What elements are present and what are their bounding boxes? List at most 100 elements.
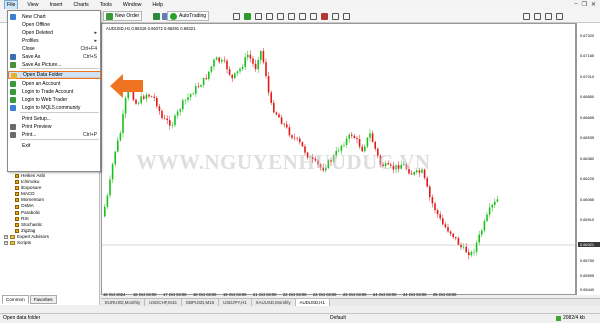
menu-separator [20, 112, 99, 113]
price-label: 0.66850 [580, 94, 595, 99]
menu-item-save-as[interactable]: Save As Ctrl+S [8, 53, 101, 61]
tab-common[interactable]: Common [2, 295, 29, 304]
candle-body [377, 148, 379, 156]
candle-body [163, 118, 166, 119]
menu-item-login-to-trade-account[interactable]: Login to Trade Account [8, 88, 101, 96]
price-scale: 0.67320 0.67165 0.67010 0.66850 0.66695 … [576, 23, 600, 295]
menu-item-print-setup[interactable]: Print Setup... [8, 115, 101, 123]
candle-body [488, 207, 491, 215]
candle-body [418, 170, 421, 173]
zoom-in-icon[interactable] [266, 12, 273, 20]
candle-body [296, 137, 298, 139]
candle-body [286, 124, 288, 128]
candle-body [226, 60, 228, 70]
close-icon[interactable]: ✕ [591, 1, 596, 8]
candle-body [358, 139, 361, 147]
candle-body [291, 135, 293, 138]
periods-icon[interactable] [332, 12, 339, 20]
candle-body [275, 112, 278, 115]
candle-body [197, 86, 200, 87]
menu-item-profiles[interactable]: Profiles ▸ [8, 37, 101, 45]
candle-body [481, 230, 483, 235]
menu-item-close[interactable]: Close Ctrl+F4 [8, 45, 101, 53]
candle-body [117, 140, 119, 152]
new-order-button[interactable]: New Order [103, 11, 143, 21]
candle-body [104, 206, 106, 217]
candle-body [124, 97, 127, 114]
candle-body [351, 134, 353, 136]
line-chart-icon[interactable] [255, 12, 262, 20]
indicator-icon [15, 180, 19, 185]
menu-item-label: Print Preview [22, 124, 52, 130]
candle-body [260, 51, 262, 60]
menu-item-print[interactable]: Print... Ctrl+P [8, 131, 101, 139]
zoom-out-icon[interactable] [277, 12, 284, 20]
candle-body [314, 158, 317, 161]
menu-window[interactable]: Window [121, 1, 143, 9]
candle-body [153, 96, 155, 98]
chart-tab[interactable]: EURUSD,Monthly [101, 299, 146, 306]
chart-tabs: EURUSD,Monthly USDCHF,M15 GBPUSD,M15 USD… [101, 298, 600, 306]
menu-help[interactable]: Help [150, 1, 165, 9]
menu-item-login-to-web-trader[interactable]: Login to Web Trader [8, 96, 101, 104]
menu-item-open-deleted[interactable]: Open Deleted ▸ [8, 29, 101, 37]
candle-body [496, 199, 499, 202]
text-icon[interactable] [545, 12, 552, 20]
candle-body [150, 96, 153, 98]
restore-icon[interactable]: ❐ [582, 1, 587, 8]
candle-body [452, 233, 454, 238]
menu-item-print-preview[interactable]: Print Preview [8, 123, 101, 131]
candle-body [312, 157, 314, 159]
expand-icon[interactable]: + [4, 234, 8, 239]
menu-bar: File View Insert Charts Tools Window Hel… [0, 0, 600, 10]
candle-body [223, 59, 226, 61]
tab-favorites[interactable]: Favorites [29, 295, 57, 304]
menu-charts[interactable]: Charts [72, 1, 91, 9]
menu-item-open-an-account[interactable]: Open an Account [8, 80, 101, 88]
menu-item-login-to-mql5-community[interactable]: Login to MQL5.community [8, 104, 101, 112]
candle-body [304, 146, 306, 153]
candle-body [382, 164, 384, 167]
chart-tab[interactable]: USDCHF,M15 [145, 299, 182, 306]
chart-tab[interactable]: USDJPY,H1 [219, 299, 252, 306]
price-label: 0.67165 [580, 53, 595, 58]
autotrading-label: AutoTrading [179, 13, 207, 19]
candle-body [455, 237, 457, 239]
metaeditor-icon[interactable] [153, 12, 160, 20]
tree-item-scripts[interactable]: + Scripts [4, 240, 49, 246]
trendline-icon[interactable] [534, 12, 541, 20]
minimize-icon[interactable]: – [574, 1, 577, 8]
autoscroll-icon[interactable] [299, 12, 306, 20]
candle-body [332, 155, 335, 162]
candle-body [143, 96, 145, 99]
menu-item-new-chart[interactable]: New Chart [8, 13, 101, 21]
expand-icon[interactable]: + [4, 241, 8, 246]
tile-windows-icon[interactable] [288, 12, 295, 20]
chart-shift-icon[interactable] [310, 12, 317, 20]
candle-body [353, 135, 356, 138]
search-icon[interactable] [556, 12, 563, 20]
candle-body [202, 78, 205, 86]
autotrading-button[interactable]: AutoTrading [167, 11, 210, 21]
indicators-icon[interactable] [321, 12, 328, 20]
chart-window[interactable]: AUDUSD,H1 0.66316 0.66372 0.66291 0.6632… [101, 23, 576, 295]
window-controls: – ❐ ✕ [574, 1, 596, 8]
menu-tools[interactable]: Tools [98, 1, 114, 9]
menu-item-open-data-folder[interactable]: Open Data Folder [8, 71, 101, 79]
menu-insert[interactable]: Insert [48, 1, 65, 9]
menu-item-exit[interactable]: Exit [8, 142, 101, 150]
chart-tab-active[interactable]: AUDUSD,H1 [295, 299, 330, 306]
candle-body [247, 54, 249, 58]
candle-body [322, 167, 324, 171]
templates-icon[interactable] [343, 12, 350, 20]
menu-view[interactable]: View [25, 1, 40, 9]
chart-tab[interactable]: XAUUSD,Monthly [252, 299, 296, 306]
crosshair-icon[interactable] [523, 12, 530, 20]
candle-body [189, 94, 192, 98]
candlestick-icon[interactable] [244, 12, 251, 20]
account-icon [10, 81, 16, 87]
status-profile: Default [330, 315, 346, 321]
chart-tab[interactable]: GBPUSD,M15 [182, 299, 220, 306]
bar-chart-icon[interactable] [233, 12, 240, 20]
menu-item-open-offline[interactable]: Open Offline [8, 21, 101, 29]
